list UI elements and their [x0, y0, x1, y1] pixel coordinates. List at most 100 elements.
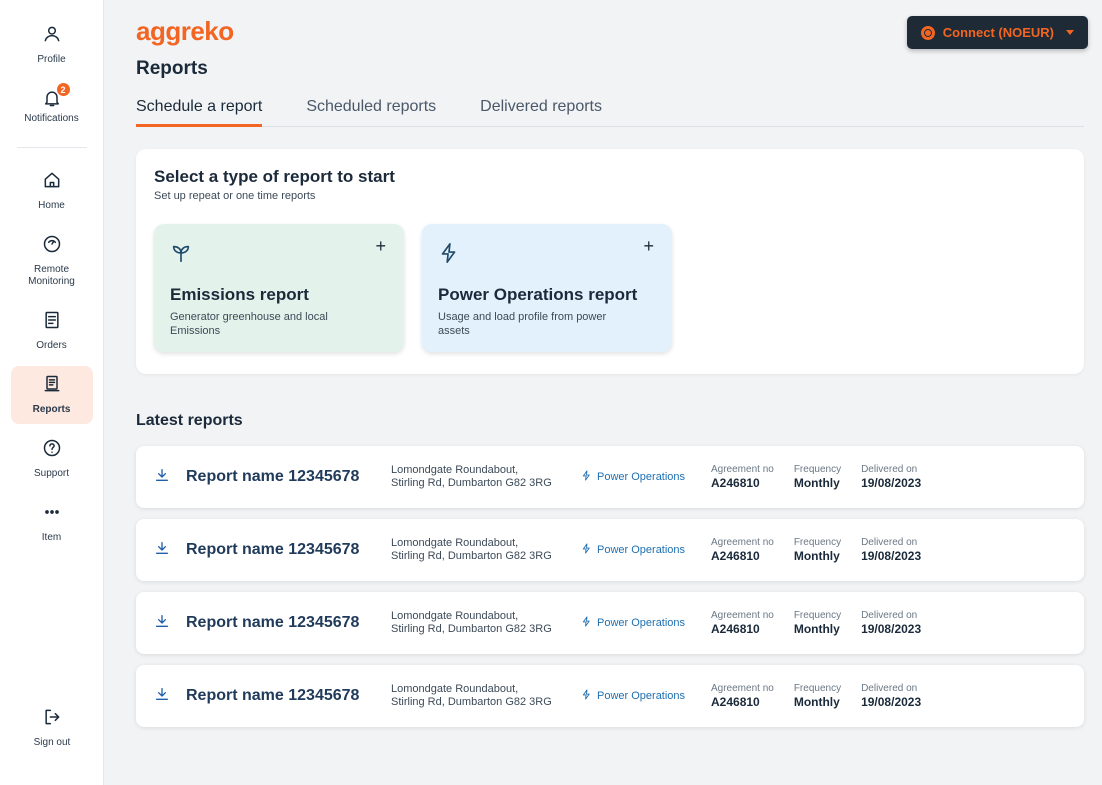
report-name-link[interactable]: Report name 12345678 — [186, 614, 391, 632]
report-address: Lomondgate Roundabout, Stirling Rd, Dumba… — [391, 537, 581, 563]
field-label: Agreement no — [711, 537, 774, 548]
report-type: Power Operations — [581, 470, 711, 484]
field-label: Agreement no — [711, 683, 774, 694]
table-row: Report name 12345678 Lomondgate Roundabo… — [136, 446, 1084, 508]
download-icon[interactable] — [154, 467, 170, 488]
sprout-icon — [170, 245, 192, 268]
page-title: Reports — [136, 58, 208, 79]
frequency-field: Frequency Monthly — [794, 537, 841, 563]
report-type-label: Power Operations — [597, 617, 686, 629]
field-value: 19/08/2023 — [861, 476, 922, 490]
download-icon[interactable] — [154, 540, 170, 561]
field-value: 19/08/2023 — [861, 622, 922, 636]
sidebar: Profile 2 Notifications Home Remote Moni… — [0, 0, 104, 785]
delivered-field: Delivered on 19/08/2023 — [861, 464, 921, 490]
section-subtitle: Set up repeat or one time reports — [154, 190, 316, 202]
plus-icon: + — [643, 236, 654, 256]
field-label: Frequency — [793, 683, 842, 694]
report-name-link[interactable]: Report name 12345678 — [186, 468, 391, 486]
help-icon — [42, 438, 62, 463]
address-line-1: Lomondgate Roundabout, — [391, 536, 519, 549]
address-line-2: Stirling Rd, Dumbarton G82 3RG — [391, 623, 552, 635]
download-icon[interactable] — [154, 686, 170, 707]
sidebar-item-reports[interactable]: Reports — [10, 366, 93, 424]
agreement-field: Agreement no A246810 — [711, 537, 774, 563]
field-value: A246810 — [711, 622, 760, 636]
more-icon — [42, 502, 62, 527]
tab-scheduled-reports[interactable]: Scheduled reports — [306, 98, 436, 126]
latest-reports-title: Latest reports — [136, 412, 243, 429]
globe-icon — [920, 25, 935, 40]
sidebar-item-support[interactable]: Support — [11, 430, 93, 488]
sidebar-item-sign-out[interactable]: Sign out — [11, 699, 93, 757]
delivered-field: Delivered on 19/08/2023 — [861, 537, 921, 563]
field-label: Delivered on — [861, 683, 918, 694]
sidebar-item-label: Remote Monitoring — [28, 264, 75, 287]
field-label: Delivered on — [861, 537, 918, 548]
bell-icon: 2 — [42, 83, 70, 108]
report-type-cards: + Emissions report Generator greenhouse … — [154, 224, 1066, 352]
report-address: Lomondgate Roundabout, Stirling Rd, Dumba… — [391, 610, 581, 636]
report-type-section: Select a type of report to start Set up … — [136, 149, 1084, 374]
sidebar-item-item[interactable]: Item — [11, 494, 93, 552]
address-line-2: Stirling Rd, Dumbarton G82 3RG — [391, 550, 552, 562]
sidebar-item-home[interactable]: Home — [11, 162, 93, 220]
sidebar-item-notifications[interactable]: 2 Notifications — [11, 80, 93, 133]
frequency-field: Frequency Monthly — [794, 610, 841, 636]
report-type-label: Power Operations — [597, 471, 686, 483]
sidebar-item-label: Orders — [36, 340, 67, 351]
frequency-field: Frequency Monthly — [794, 464, 841, 490]
address-line-1: Lomondgate Roundabout, — [391, 463, 519, 476]
plus-icon: + — [375, 236, 386, 256]
frequency-field: Frequency Monthly — [794, 683, 841, 709]
sidebar-item-label: Sign out — [33, 737, 71, 748]
sidebar-item-label: Item — [41, 532, 62, 543]
report-type-label: Power Operations — [597, 690, 686, 702]
report-name-link[interactable]: Report name 12345678 — [186, 687, 391, 705]
sidebar-item-label: Profile — [37, 54, 66, 65]
address-line-2: Stirling Rd, Dumbarton G82 3RG — [391, 477, 552, 489]
report-address: Lomondgate Roundabout, Stirling Rd, Dumba… — [391, 464, 581, 490]
report-type: Power Operations — [581, 689, 711, 703]
sidebar-item-label: Reports — [32, 404, 71, 415]
report-type-label: Power Operations — [597, 544, 686, 556]
card-description: Generator greenhouse and local Emissions — [170, 311, 328, 337]
sidebar-item-label: Notifications — [24, 113, 79, 124]
card-title: Emissions report — [170, 285, 309, 304]
gauge-icon — [42, 234, 62, 259]
card-title: Power Operations report — [438, 285, 638, 304]
report-name-link[interactable]: Report name 12345678 — [186, 541, 391, 559]
report-type: Power Operations — [581, 543, 711, 557]
document-icon — [42, 310, 62, 335]
lightning-icon — [438, 243, 460, 268]
lightning-icon — [581, 470, 592, 484]
table-row: Report name 12345678 Lomondgate Roundabo… — [136, 665, 1084, 727]
field-value: Monthly — [793, 695, 840, 709]
sidebar-item-remote-monitoring[interactable]: Remote Monitoring — [11, 226, 93, 296]
tab-delivered-reports[interactable]: Delivered reports — [480, 98, 602, 126]
main-content: aggreko Connect (NOEUR) Reports Schedule… — [104, 0, 1102, 785]
agreement-field: Agreement no A246810 — [711, 610, 774, 636]
notification-badge: 2 — [56, 83, 70, 96]
table-row: Report name 12345678 Lomondgate Roundabo… — [136, 592, 1084, 654]
report-icon — [42, 374, 62, 399]
download-icon[interactable] — [154, 613, 170, 634]
section-title: Select a type of report to start — [154, 167, 395, 186]
field-value: Monthly — [793, 549, 840, 563]
connect-label: Connect (NOEUR) — [942, 25, 1054, 40]
lightning-icon — [581, 543, 592, 557]
sidebar-item-profile[interactable]: Profile — [11, 16, 93, 74]
field-value: A246810 — [711, 549, 760, 563]
field-label: Frequency — [793, 464, 842, 475]
field-label: Frequency — [793, 610, 842, 621]
power-operations-report-card[interactable]: + Power Operations report Usage and load… — [422, 224, 672, 352]
sidebar-item-label: Home — [38, 200, 65, 211]
connect-button[interactable]: Connect (NOEUR) — [906, 16, 1088, 49]
emissions-report-card[interactable]: + Emissions report Generator greenhouse … — [154, 224, 404, 352]
address-line-2: Stirling Rd, Dumbarton G82 3RG — [391, 696, 552, 708]
field-label: Frequency — [793, 537, 842, 548]
sidebar-item-orders[interactable]: Orders — [11, 302, 93, 360]
tab-schedule-report[interactable]: Schedule a report — [136, 98, 263, 127]
lightning-icon — [581, 616, 592, 630]
agreement-field: Agreement no A246810 — [711, 464, 774, 490]
